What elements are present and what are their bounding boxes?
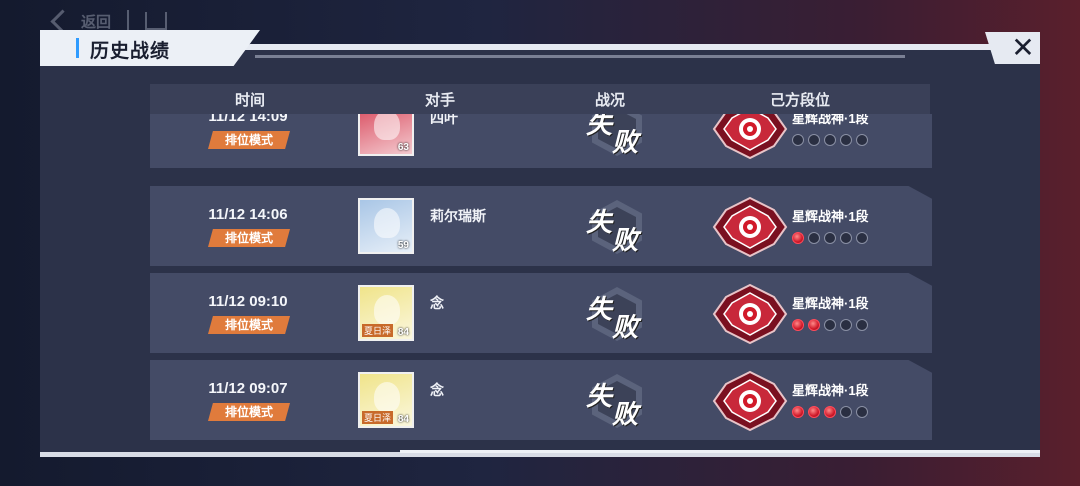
avatar-portrait [374,208,400,238]
rank-name: 星辉战神·1段 [792,209,869,224]
rank-star-icon [840,232,852,244]
result-text-a: 失 [586,294,613,324]
opponent-level: 63 [397,142,409,153]
rank-star-icon [792,232,804,244]
result-text-a: 失 [586,114,613,139]
rank-star-icon [808,232,820,244]
match-row[interactable]: 11/12 09:07 排位模式 夏日泽 84 念 失败 星辉战神·1段 [150,360,932,440]
rank-stars [792,232,868,244]
back-label[interactable]: 返回 [81,11,111,32]
match-history-list[interactable]: 11/12 14:09 排位模式 63 四叶失败星辉战神·1段 11/12 14:06 排… [150,114,932,440]
nav-divider [127,10,130,32]
rank-emblem-icon [710,283,790,345]
result-badge: 失败 [586,283,648,345]
header-opponent: 对手 [424,91,455,109]
result-text-b: 败 [612,399,639,429]
result-badge: 失败 [586,370,648,432]
rank-name: 星辉战神·1段 [792,383,869,398]
opponent-level: 59 [397,240,409,251]
rank-star-icon [808,406,820,418]
mode-badge: 排位模式 [208,403,290,421]
result-text-a: 失 [586,207,613,237]
opponent-avatar[interactable]: 63 [358,114,414,156]
page-title: 历史战绩 [90,41,171,62]
panel-top-border [235,44,995,50]
opponent-avatar[interactable]: 59 [358,198,414,254]
table-header: 时间 对手 战况 己方段位 [150,84,930,114]
close-icon[interactable]: ✕ [1010,34,1036,62]
rank-stars [792,319,868,331]
panel-top-border-accent [255,55,905,58]
opponent-name[interactable]: 念 [430,293,444,313]
avatar-portrait [374,382,400,412]
rank-stars [792,406,868,418]
rank-star-icon [824,134,836,146]
mode-badge: 排位模式 [208,229,290,247]
rank-star-icon [792,406,804,418]
result-badge: 失败 [586,114,648,160]
rank-star-icon [792,134,804,146]
header-rank: 己方段位 [769,91,830,109]
opponent-level: 84 [397,414,409,425]
mode-badge: 排位模式 [208,131,290,149]
rank-emblem-icon [710,196,790,258]
opponent-name[interactable]: 四叶 [430,114,458,128]
back-arrow-icon[interactable] [50,8,75,34]
home-icon[interactable] [145,12,168,30]
rank-star-icon [792,319,804,331]
result-text-b: 败 [612,225,639,255]
avatar-portrait [374,295,400,325]
rank-star-icon [840,319,852,331]
rank-emblem-icon [710,114,790,160]
result-text-b: 败 [612,312,639,342]
match-row[interactable]: 11/12 14:09 排位模式 63 四叶 失败 星辉战神·1段 [150,114,932,168]
opponent-avatar[interactable]: 夏日泽 84 [358,372,414,428]
rank-star-icon [824,232,836,244]
panel-bottom-border-accent [400,450,1040,453]
rank-star-icon [808,319,820,331]
match-time: 11/12 09:10 [208,293,288,310]
mode-badge: 排位模式 [208,316,290,334]
rank-emblem-icon [710,370,790,432]
result-text-a: 失 [586,381,613,411]
header-time: 时间 [234,91,265,109]
opponent-avatar[interactable]: 夏日泽 84 [358,285,414,341]
rank-star-icon [856,232,868,244]
opponent-name[interactable]: 莉尔瑞斯 [430,206,486,226]
avatar-tag: 夏日泽 [362,411,394,424]
header-result: 战况 [594,91,625,109]
rank-star-icon [856,406,868,418]
match-time: 11/12 14:09 [208,114,288,125]
rank-star-icon [824,406,836,418]
result-badge: 失败 [586,196,648,258]
rank-star-icon [824,319,836,331]
rank-name: 星辉战神·1段 [792,296,869,311]
result-text-b: 败 [612,127,639,157]
rank-star-icon [840,134,852,146]
rank-star-icon [840,406,852,418]
opponent-name[interactable]: 念 [430,380,444,400]
rank-star-icon [856,319,868,331]
avatar-tag: 夏日泽 [362,324,394,337]
rank-stars [792,134,868,146]
avatar-portrait [374,114,400,140]
title-accent [76,38,79,58]
match-row[interactable]: 11/12 09:10 排位模式 夏日泽 84 念 失败 星辉战神·1段 [150,273,932,353]
match-time: 11/12 09:07 [208,380,288,397]
match-time: 11/12 14:06 [208,206,288,223]
rank-star-icon [808,134,820,146]
rank-name: 星辉战神·1段 [792,114,869,126]
rank-star-icon [856,134,868,146]
opponent-level: 84 [397,327,409,338]
match-row[interactable]: 11/12 14:06 排位模式 59 莉尔瑞斯 失败 星辉战神·1段 [150,186,932,266]
